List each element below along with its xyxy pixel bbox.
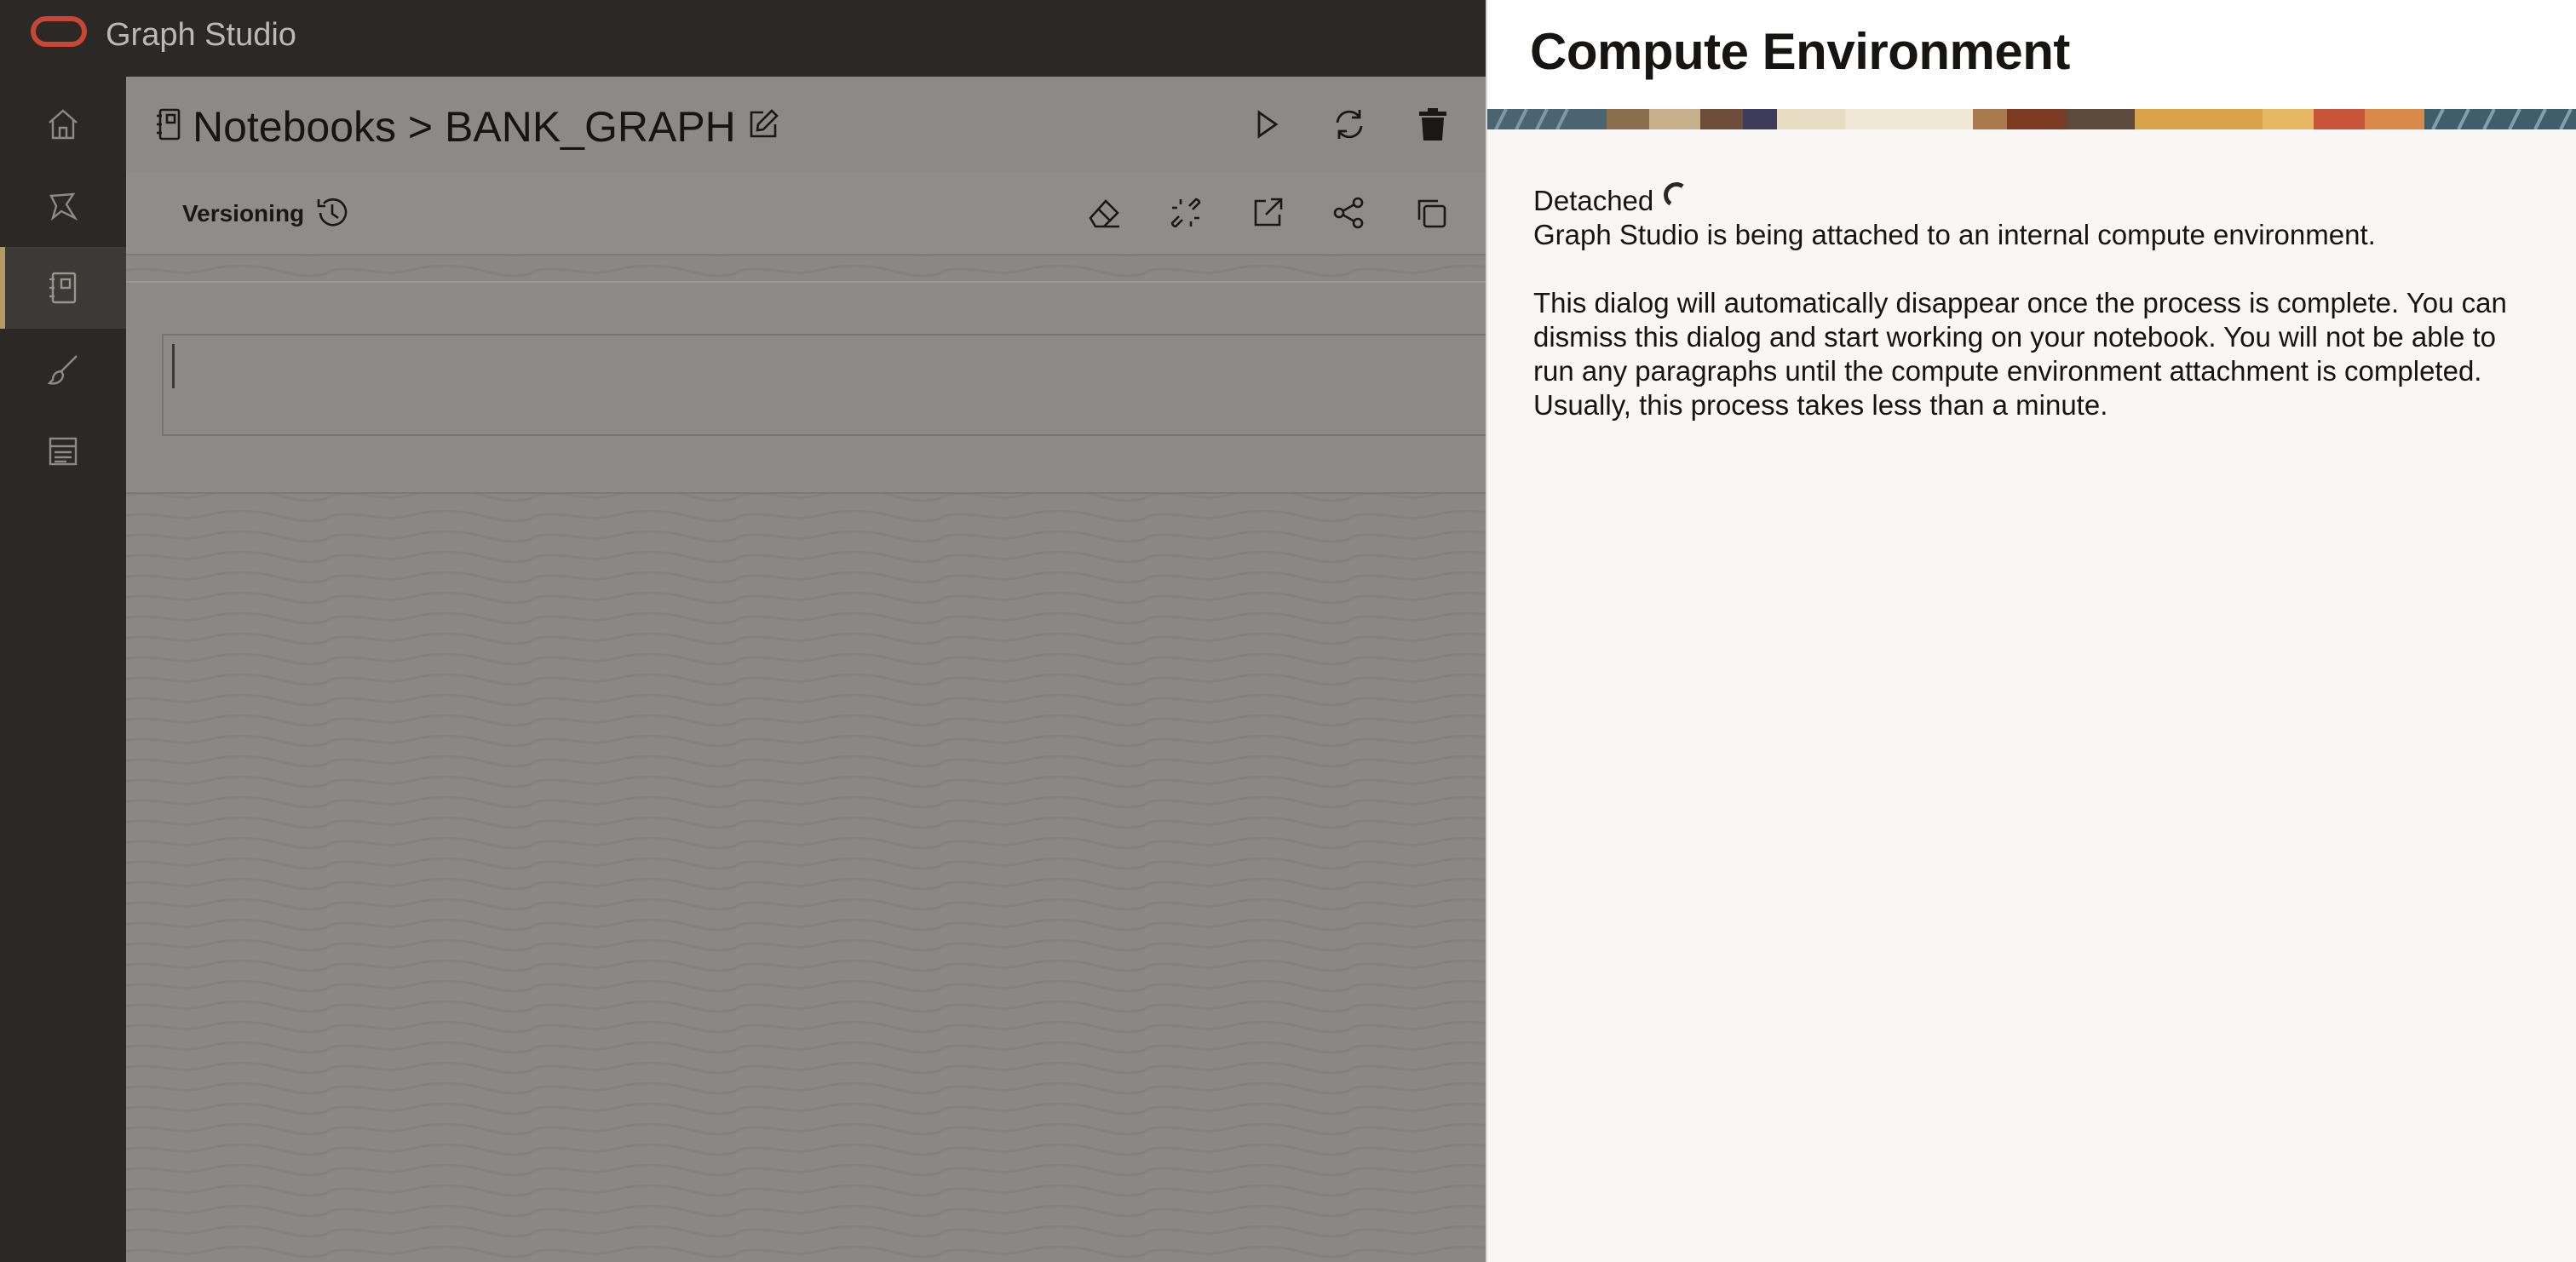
notebook-icon	[49, 272, 77, 304]
notebook-header: Notebooks > BANK_GRAPH	[126, 77, 1486, 172]
trash-icon[interactable]	[1414, 106, 1452, 143]
edit-icon[interactable]	[746, 107, 780, 141]
notebook-icon	[157, 108, 181, 141]
jobs-icon	[49, 437, 78, 466]
versioning-label[interactable]: Versioning	[182, 199, 304, 228]
graph-icon	[49, 192, 78, 221]
share-icon[interactable]	[1331, 194, 1368, 232]
paragraph-editor[interactable]	[162, 334, 1486, 436]
compute-environment-panel: Compute Environment Detached Graph Studi…	[1486, 0, 2576, 1262]
sidebar-item-visualize[interactable]	[0, 329, 126, 410]
home-icon	[49, 109, 78, 140]
top-bar: Graph Studio	[0, 0, 1486, 77]
history-icon[interactable]	[313, 194, 351, 232]
status-text: Detached	[1533, 185, 1654, 216]
export-icon[interactable]	[1249, 194, 1286, 232]
loading-spinner-icon	[1661, 180, 1692, 210]
attachment-status: Detached	[1533, 180, 1692, 220]
info-message: This dialog will automatically disappear…	[1533, 287, 2507, 421]
notebook-workspace: Notebooks > BANK_GRAPH Versioning	[126, 77, 1486, 1262]
sidebar-item-home[interactable]	[0, 83, 126, 165]
status-message: Graph Studio is being attached to an int…	[1533, 219, 2376, 250]
text-caret	[172, 344, 175, 388]
sidebar-item-graphs[interactable]	[0, 165, 126, 247]
play-icon[interactable]	[1247, 106, 1285, 143]
brush-icon	[47, 355, 78, 385]
panel-title: Compute Environment	[1530, 23, 2070, 80]
copy-icon[interactable]	[1412, 194, 1450, 232]
sidebar-item-jobs[interactable]	[0, 410, 126, 492]
decorative-banner	[1487, 109, 2576, 129]
notebook-toolbar: Versioning	[126, 172, 1486, 255]
oracle-logo-icon	[31, 16, 87, 47]
sidebar-item-notebooks[interactable]	[0, 247, 126, 329]
notebook-paragraphs	[126, 281, 1486, 494]
breadcrumb[interactable]: Notebooks > BANK_GRAPH	[193, 102, 736, 152]
sidebar	[0, 77, 126, 1262]
unlink-icon[interactable]	[1167, 194, 1205, 232]
refresh-icon[interactable]	[1331, 106, 1368, 143]
eraser-icon[interactable]	[1085, 194, 1123, 232]
panel-header: Compute Environment	[1487, 0, 2576, 109]
app-title: Graph Studio	[106, 17, 296, 53]
